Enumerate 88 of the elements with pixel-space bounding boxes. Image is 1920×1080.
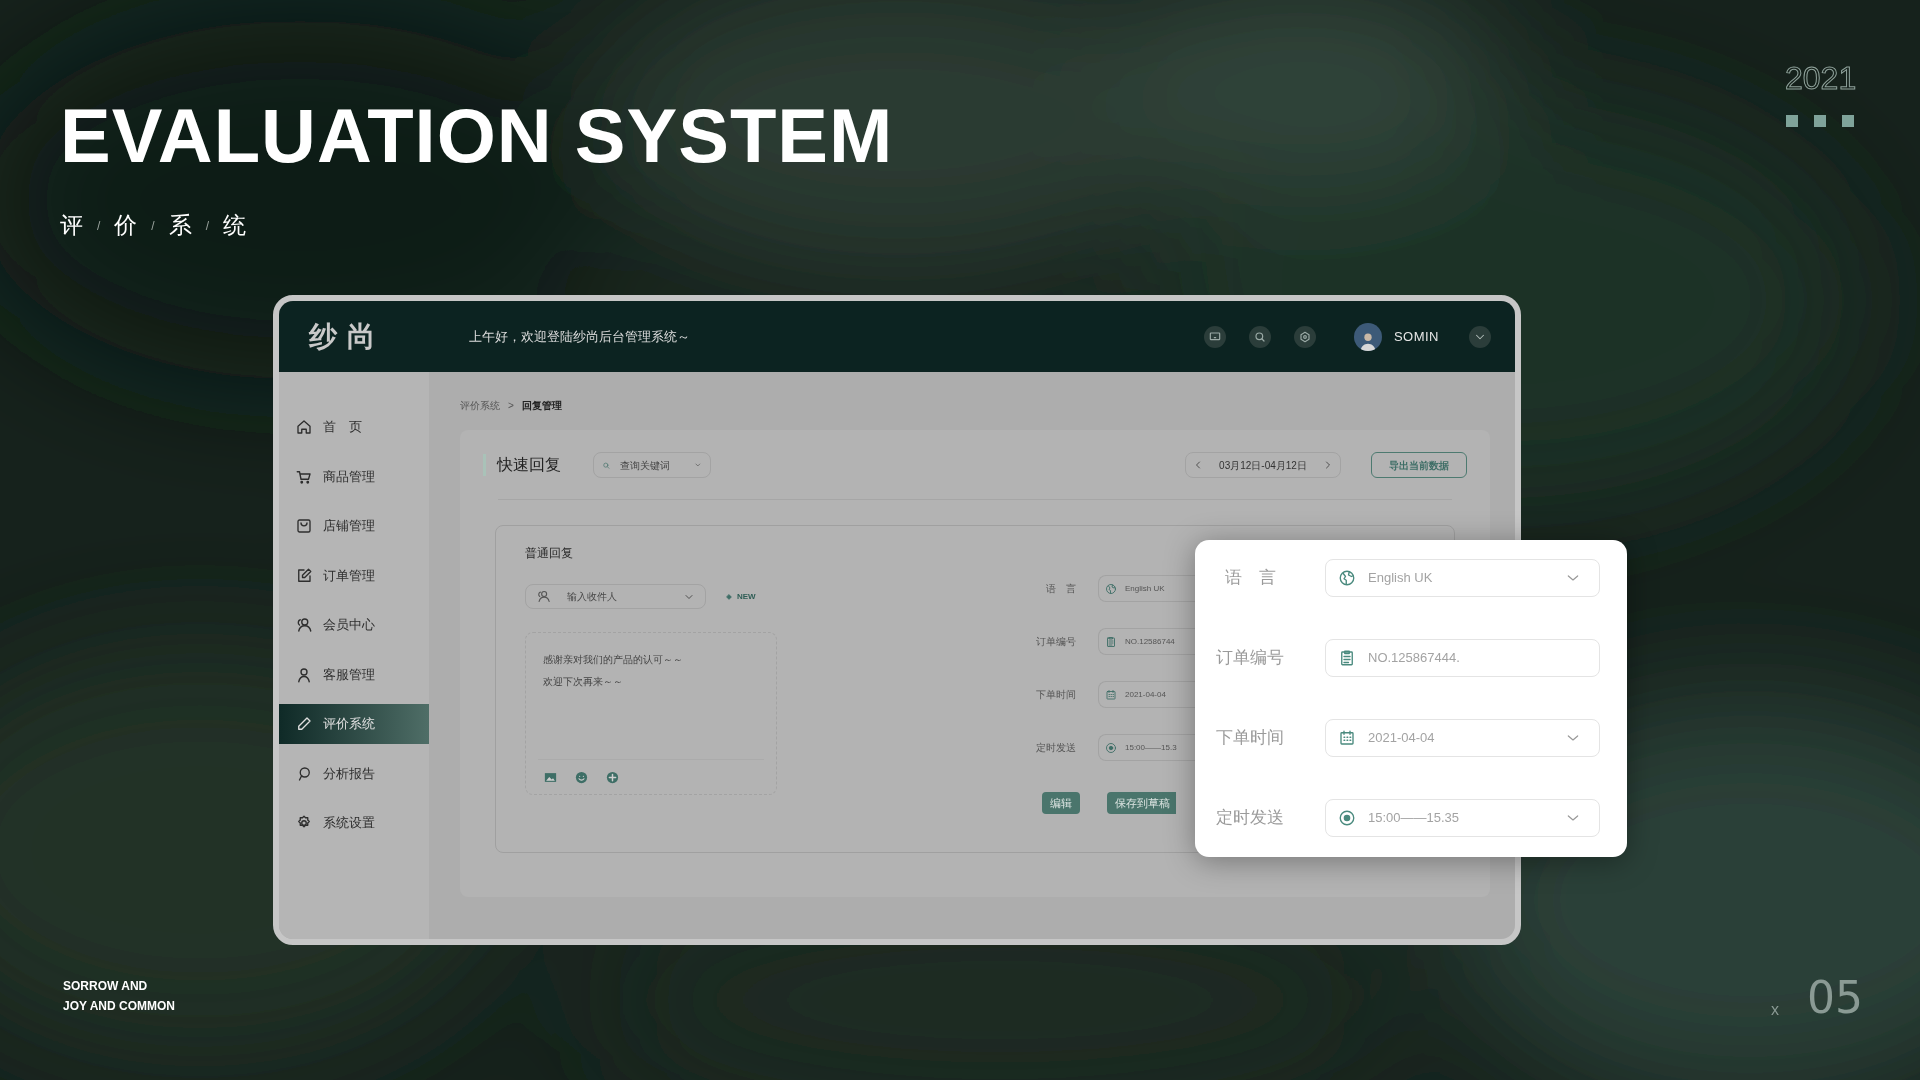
save-draft-button[interactable]: 保存到草稿 bbox=[1107, 792, 1176, 814]
decorative-square bbox=[1842, 115, 1854, 127]
page-number: 05 bbox=[1807, 976, 1863, 1020]
footer-text: SORROW AND bbox=[63, 980, 149, 992]
sidebar-item[interactable]: 订单管理 bbox=[279, 555, 429, 596]
globe-icon bbox=[1338, 569, 1356, 587]
form-label: 语 言 bbox=[1045, 582, 1076, 596]
form-field[interactable]: 2021-04-04 bbox=[1325, 719, 1600, 757]
greeting-text: 上午好，欢迎登陆纱尚后台管理系统～ bbox=[469, 327, 690, 346]
page-marker: x bbox=[1771, 1000, 1779, 1020]
field-value: NO.125867444. bbox=[1368, 649, 1461, 668]
breadcrumb-current: 回复管理 bbox=[521, 398, 562, 413]
subtitle-character: 评 bbox=[60, 214, 83, 237]
field-value: 15:00——15.3 bbox=[1125, 741, 1177, 754]
plus-icon[interactable] bbox=[605, 769, 620, 785]
subtitle-character: 系 bbox=[168, 214, 192, 237]
panel-title: 快速回复 bbox=[497, 455, 561, 475]
clipboard-icon bbox=[1105, 635, 1117, 648]
bag-icon bbox=[295, 517, 313, 535]
separator: / bbox=[97, 218, 101, 235]
year-label: 2021 bbox=[1785, 62, 1857, 94]
user-icon bbox=[295, 665, 313, 684]
smiley-icon[interactable] bbox=[574, 769, 589, 785]
users-icon bbox=[536, 589, 551, 604]
sidebar-item[interactable]: 客服管理 bbox=[279, 654, 429, 695]
date-range-picker[interactable]: 03月12日-04月12日 bbox=[1185, 452, 1341, 478]
form-label: 定时发送 bbox=[1215, 807, 1285, 830]
search-field[interactable]: 查询关键词 bbox=[593, 452, 711, 478]
field-value: English UK bbox=[1125, 582, 1165, 595]
sidebar-item[interactable]: 会员中心 bbox=[279, 605, 429, 645]
field-value: 2021-04-04 bbox=[1125, 688, 1166, 701]
pencil-icon bbox=[295, 715, 313, 733]
decorative-square bbox=[1786, 115, 1798, 127]
field-value: 15:00——15.35 bbox=[1368, 809, 1461, 828]
form-label: 定时发送 bbox=[1035, 741, 1076, 755]
separator: / bbox=[151, 218, 155, 235]
calendar-icon bbox=[1338, 729, 1356, 747]
globe-icon bbox=[1105, 582, 1117, 595]
message-textarea[interactable]: 感谢亲对我们的产品的认可～～ 欢迎下次再来～～ bbox=[525, 632, 777, 795]
radio-icon bbox=[1105, 741, 1117, 754]
breadcrumb-separator: > bbox=[508, 398, 514, 413]
form-label: 订单编号 bbox=[1035, 635, 1076, 649]
field-value: 2021-04-04 bbox=[1368, 729, 1436, 748]
field-value: English UK bbox=[1368, 569, 1434, 588]
breadcrumb-link[interactable]: 评价系统 bbox=[460, 397, 500, 413]
sidebar-item[interactable]: 系统设置 bbox=[279, 803, 429, 843]
clipboard-icon bbox=[1338, 649, 1356, 667]
sidebar-item[interactable]: 评价系统 bbox=[279, 704, 429, 744]
logo: 纱尚 bbox=[309, 322, 386, 351]
edit-icon bbox=[295, 566, 313, 585]
export-button[interactable]: 导出当前数据 bbox=[1371, 452, 1467, 478]
slide-title: EVALUATION SYSTEM bbox=[60, 98, 894, 174]
search-input[interactable]: 查询关键词 bbox=[620, 457, 685, 473]
edit-button[interactable]: 编辑 bbox=[1042, 792, 1080, 814]
user-name: SOMIN bbox=[1393, 327, 1439, 346]
calendar-icon bbox=[1105, 688, 1117, 701]
form-label: 下单时间 bbox=[1215, 727, 1285, 750]
subtitle-character: 统 bbox=[223, 214, 247, 237]
form-field[interactable]: NO.125867444. bbox=[1325, 639, 1600, 677]
message-line: 感谢亲对我们的产品的认可～～ bbox=[543, 653, 684, 667]
date-range-text: 03月12日-04月12日 bbox=[1219, 458, 1307, 473]
field-value: NO.12586744 bbox=[1125, 635, 1175, 648]
sidebar-item[interactable]: 首 页 bbox=[279, 407, 429, 447]
section-title: 普通回复 bbox=[525, 545, 574, 562]
message-button[interactable] bbox=[1203, 325, 1226, 348]
separator: / bbox=[205, 218, 210, 235]
diamond-icon bbox=[726, 593, 732, 600]
form-field[interactable]: 15:00——15.35 bbox=[1325, 799, 1600, 837]
recipient-field[interactable]: 输入收件人 bbox=[525, 584, 706, 609]
users-icon bbox=[295, 616, 313, 634]
form-label: 语 言 bbox=[1223, 567, 1277, 590]
form-label: 订单编号 bbox=[1215, 647, 1285, 670]
settings-button[interactable] bbox=[1293, 325, 1316, 348]
form-label: 下单时间 bbox=[1035, 688, 1076, 702]
subtitle-character: 价 bbox=[114, 214, 138, 237]
sidebar-item[interactable]: 商品管理 bbox=[279, 456, 429, 497]
home-icon bbox=[295, 418, 313, 436]
sidebar-item[interactable]: 店铺管理 bbox=[279, 506, 429, 546]
decorative-square bbox=[1814, 115, 1826, 127]
radio-icon bbox=[1338, 809, 1356, 827]
sidebar-item[interactable]: 分析报告 bbox=[279, 753, 429, 794]
footer-text: JOY AND COMMON bbox=[63, 1000, 175, 1012]
user-menu-button[interactable] bbox=[1469, 325, 1491, 348]
form-field[interactable]: English UK bbox=[1325, 559, 1600, 597]
message-line: 欢迎下次再来～～ bbox=[543, 675, 624, 689]
search-button[interactable] bbox=[1248, 325, 1271, 348]
new-label: NEW bbox=[737, 590, 756, 603]
recipient-input[interactable]: 输入收件人 bbox=[567, 589, 667, 604]
